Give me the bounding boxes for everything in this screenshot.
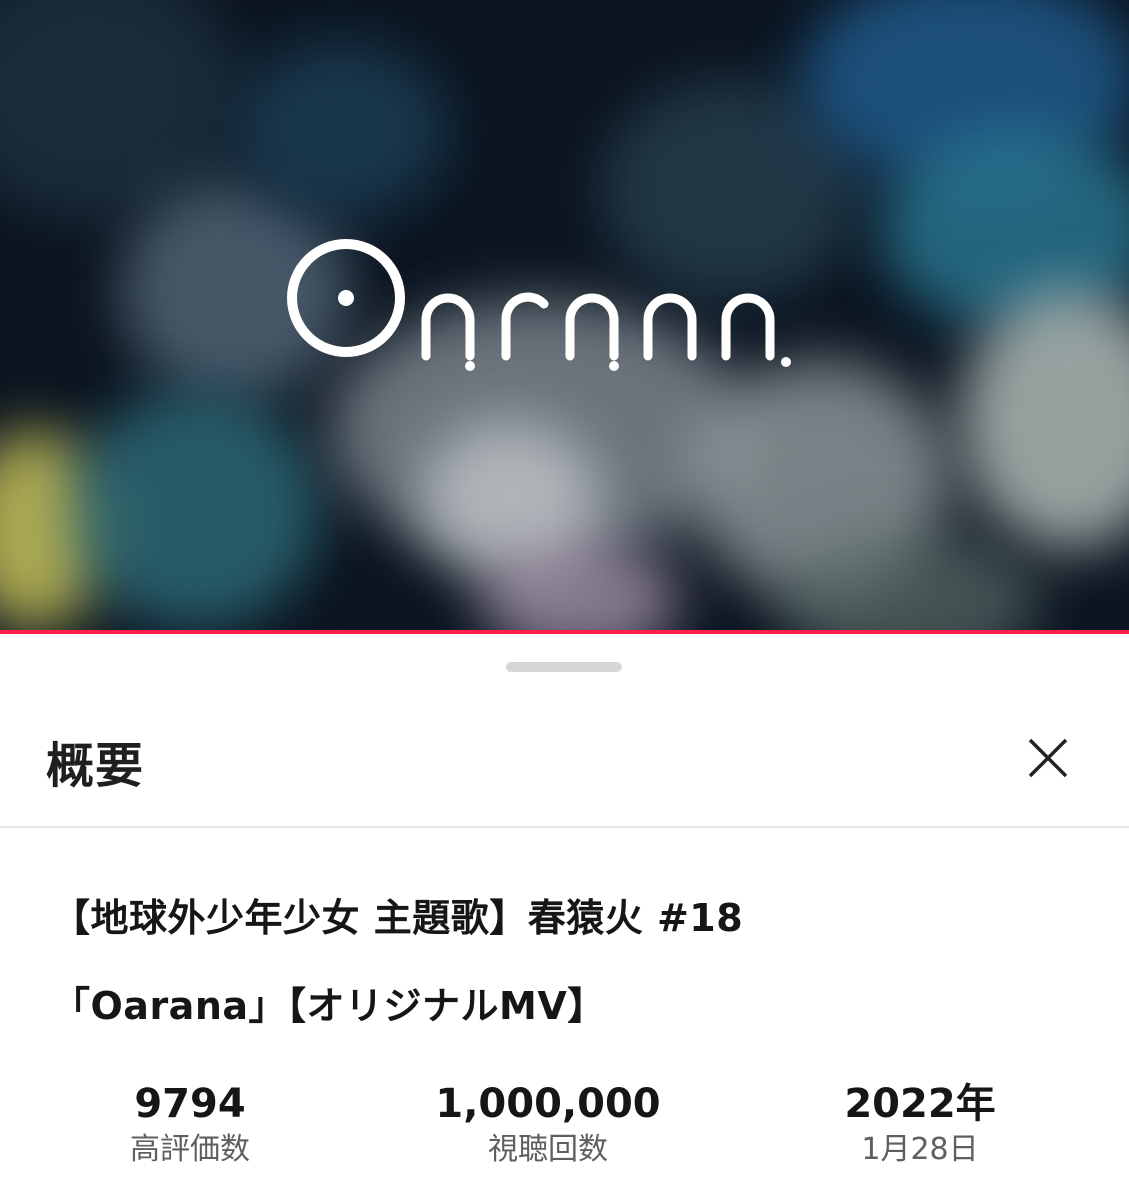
video-title: 【地球外少年少女 主題歌】春猿火 #18 「Oarana」【オリジナルMV】 [52,874,1082,1050]
likes-stat: 9794 高評価数 [90,1078,290,1170]
video-player[interactable] [0,0,1129,634]
views-label: 視聴回数 [488,1132,608,1167]
video-title-line: 【地球外少年少女 主題歌】春猿火 #18 [52,896,744,940]
likes-label: 高評価数 [130,1132,250,1167]
likes-count: 9794 [134,1081,246,1127]
description-sheet: 概要 【地球外少年少女 主題歌】春猿火 #18 「Oarana」【オリジナルMV… [0,634,1129,1200]
close-icon [1028,738,1068,778]
upload-date-stat: 2022年 1月28日 [810,1078,1030,1170]
divider [0,826,1129,828]
drag-handle[interactable] [506,662,622,672]
views-count: 1,000,000 [435,1081,661,1127]
oarana-logo [287,239,791,371]
bokeh-light [70,390,320,630]
bokeh-light [230,40,450,220]
upload-year: 2022年 [844,1081,996,1127]
upload-day: 1月28日 [861,1132,979,1167]
sheet-title: 概要 [46,738,145,794]
views-stat: 1,000,000 視聴回数 [398,1078,698,1170]
video-title-line: 「Oarana」【オリジナルMV】 [52,984,606,1028]
close-button[interactable] [1020,730,1076,786]
bokeh-light [960,290,1129,550]
